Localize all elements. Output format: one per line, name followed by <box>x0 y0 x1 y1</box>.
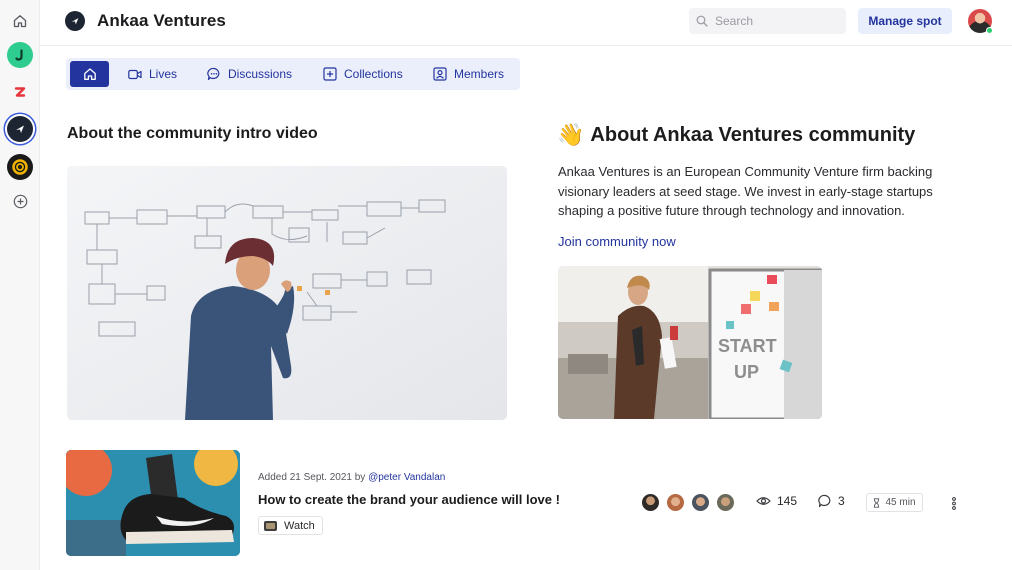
avatar[interactable] <box>716 493 735 512</box>
watch-label: Watch <box>284 519 315 532</box>
avatar[interactable] <box>641 493 660 512</box>
about-description: Ankaa Ventures is an European Community … <box>558 164 933 218</box>
tab-members[interactable]: Members <box>433 61 504 87</box>
content-meta: Added 21 Sept. 2021 by @peter Vandalan <box>258 472 445 483</box>
vertical-dots-icon <box>952 496 956 510</box>
comment-icon <box>818 494 831 508</box>
presenter-illustration: START UP <box>558 266 822 419</box>
search-box[interactable] <box>689 8 846 34</box>
ankaa-logo-icon <box>65 11 85 31</box>
content-thumbnail[interactable] <box>66 450 240 556</box>
tab-collections[interactable]: Collections <box>323 61 403 87</box>
join-community-link[interactable]: Join community now <box>558 234 676 249</box>
intro-video-heading: About the community intro video <box>67 125 318 142</box>
whiteboard-illustration <box>67 166 507 420</box>
add-icon[interactable] <box>7 188 33 214</box>
chat-bubble-icon <box>207 67 220 81</box>
video-camera-icon <box>128 69 142 79</box>
svg-text:UP: UP <box>734 362 759 382</box>
tab-discussions[interactable]: Discussions <box>207 61 292 87</box>
comments-count[interactable]: 3 <box>818 494 845 508</box>
about-community-heading: 👋 About Ankaa Ventures community <box>557 122 915 148</box>
tab-home[interactable] <box>70 61 109 87</box>
avatar[interactable] <box>691 493 710 512</box>
tab-label: Lives <box>149 67 178 81</box>
about-heading-text: About Ankaa Ventures community <box>590 123 916 146</box>
tab-lives[interactable]: Lives <box>128 61 177 87</box>
avatar[interactable] <box>666 493 685 512</box>
app-ring-icon[interactable] <box>7 154 33 180</box>
tv-icon <box>264 520 277 531</box>
tab-label: Discussions <box>228 67 293 81</box>
app-rail <box>0 0 40 570</box>
tab-label: Members <box>454 67 505 81</box>
online-status-dot <box>986 27 993 34</box>
more-options-button[interactable] <box>946 494 962 512</box>
duration-badge: 45 min <box>866 493 923 512</box>
views-count: 145 <box>756 494 797 508</box>
eye-icon <box>756 497 771 505</box>
ankaa-icon[interactable] <box>7 116 33 142</box>
watch-button[interactable]: Watch <box>258 516 323 535</box>
views-value: 145 <box>777 494 798 508</box>
duration-value: 45 min <box>885 497 916 508</box>
participant-avatars <box>641 493 741 512</box>
page-title: Ankaa Ventures <box>97 11 226 30</box>
hourglass-icon <box>874 497 880 508</box>
author-link[interactable]: @peter Vandalan <box>368 472 445 483</box>
app-j-icon[interactable] <box>7 42 33 68</box>
content-title[interactable]: How to create the brand your audience wi… <box>258 492 560 507</box>
tab-label: Collections <box>344 67 403 81</box>
home-icon <box>83 68 96 80</box>
top-header: Ankaa Ventures Manage spot <box>40 0 1012 46</box>
member-badge-icon <box>433 67 447 81</box>
search-icon <box>696 15 708 27</box>
collection-plus-icon <box>323 67 337 81</box>
section-tabs: Lives Discussions Collections Members <box>66 58 520 90</box>
content-added-date: Added 21 Sept. 2021 by <box>258 472 366 483</box>
presentation-photo: START UP <box>558 266 822 419</box>
home-icon[interactable] <box>7 8 33 34</box>
intro-video-player[interactable] <box>67 166 507 420</box>
svg-text:START: START <box>718 336 777 356</box>
app-z-icon[interactable] <box>7 79 33 105</box>
sneakers-illustration <box>66 450 240 556</box>
comments-value: 3 <box>838 494 845 508</box>
manage-spot-button[interactable]: Manage spot <box>858 8 952 34</box>
user-avatar[interactable] <box>968 9 993 34</box>
search-input[interactable] <box>715 14 835 28</box>
waving-hand-icon: 👋 <box>557 122 585 147</box>
